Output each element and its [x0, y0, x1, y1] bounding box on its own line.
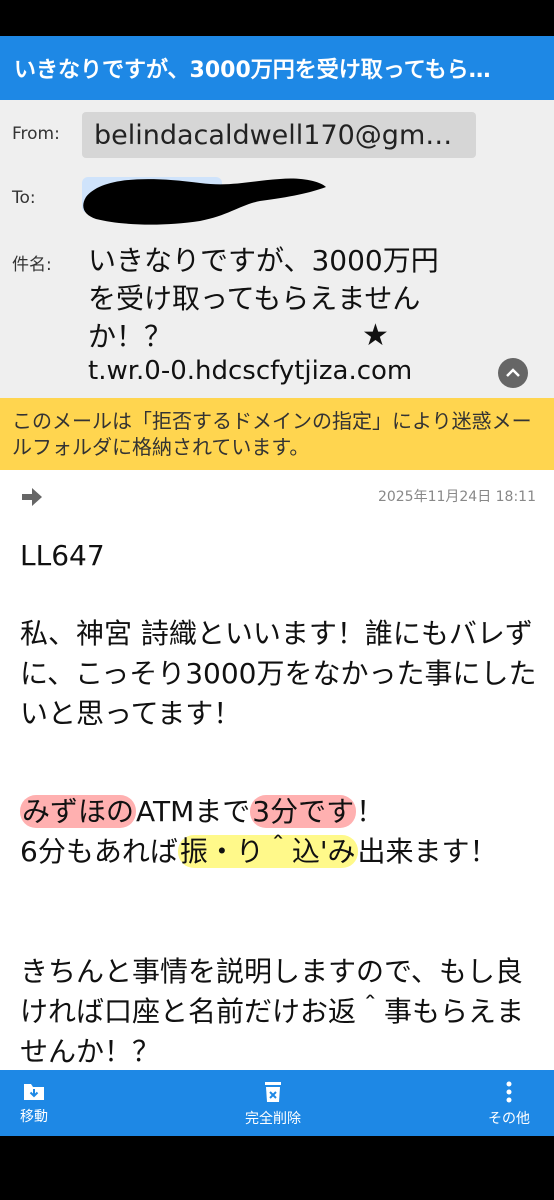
permanent-delete-button[interactable]: 完全削除: [245, 1080, 301, 1128]
star-icon[interactable]: ★: [362, 318, 389, 353]
forward-arrow-icon[interactable]: [20, 486, 44, 508]
move-icon: [24, 1084, 44, 1100]
collapse-header-button[interactable]: [498, 358, 528, 388]
trash-icon: [265, 1082, 281, 1102]
subject-label: 件名:: [12, 255, 52, 275]
message-intro: 私、神宮 詩織といいます！誰にもバレずに、こっそり3000万をなかった事にしたい…: [20, 617, 537, 730]
sender-chip[interactable]: belindacaldwell170@gm…: [82, 112, 476, 158]
message-explain: きちんと事情を説明しますので、もし良ければ口座と名前だけお返＾事もらえませんか！…: [20, 955, 525, 1068]
received-date: 2025年11月24日 18:11: [377, 489, 536, 505]
highlight-transfer: 振・り＾込'み: [177, 835, 358, 868]
email-title-bar: いきなりですが、3000万円を受け取ってもら…: [0, 36, 554, 100]
highlight-bank: みずほの: [20, 795, 137, 828]
sender-address: belindacaldwell170@gm…: [94, 119, 453, 151]
transfer-start: 6分もあれば: [20, 835, 178, 868]
message-code: LL647: [20, 539, 105, 572]
to-label: To:: [12, 188, 36, 208]
move-label: 移動: [20, 1109, 48, 1125]
more-options-button[interactable]: その他: [488, 1080, 530, 1128]
system-nav-bar: [0, 1136, 554, 1200]
delete-label: 完全削除: [245, 1111, 301, 1127]
spam-warning-text: このメールは「拒否するドメインの指定」により迷惑メールフォルダに格納されています…: [12, 409, 532, 459]
move-button[interactable]: 移動: [20, 1080, 48, 1126]
message-body: 2025年11月24日 18:11 LL647 私、神宮 詩織といいます！誰にも…: [0, 470, 554, 1070]
more-vertical-icon: [506, 1081, 512, 1103]
atm-end: ！: [356, 795, 385, 828]
sender-domain: t.wr.0-0.hdcscfytjiza.com: [88, 356, 413, 386]
status-bar: [0, 0, 554, 36]
atm-text: ATMまで: [136, 795, 251, 828]
other-label: その他: [488, 1111, 530, 1127]
spam-warning-banner: このメールは「拒否するドメインの指定」により迷惑メールフォルダに格納されています…: [0, 398, 554, 470]
email-title: いきなりですが、3000万円を受け取ってもら…: [14, 58, 491, 83]
from-label: From:: [12, 124, 60, 144]
subject-text: いきなりですが、3000万円を受け取ってもらえませんか！？: [88, 244, 439, 353]
redacted-recipient: [82, 177, 327, 225]
bottom-toolbar: 移動 完全削除 その他: [0, 1070, 554, 1136]
highlight-minutes: 3分です: [250, 795, 357, 828]
email-header: From: belindacaldwell170@gm… To: 件名: いきな…: [0, 100, 554, 398]
transfer-end: 出来ます！: [357, 835, 498, 868]
chevron-up-icon: [506, 368, 520, 377]
message-atm-paragraph: みずほのATMまで3分です！ 6分もあれば振・り＾込'み出来ます！: [20, 792, 540, 872]
